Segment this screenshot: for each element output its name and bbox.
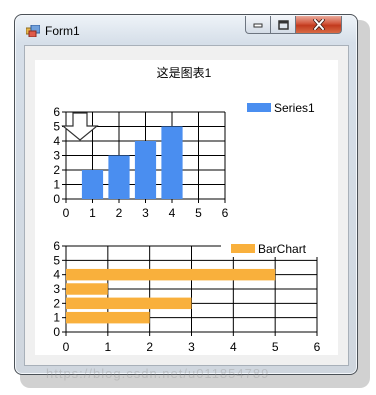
chart2-y-tick-label: 0 — [53, 325, 60, 339]
chart1-bar — [81, 170, 104, 199]
chart1-y-tick-label: 4 — [53, 134, 60, 148]
chart1-x-tick-label: 6 — [222, 206, 229, 220]
chart2-bar — [66, 268, 276, 281]
chart-canvas: 这是图表1 0 1 2 3 4 5 60123456 Series1 0 1 2 3 4 5 60123… — [53, 65, 321, 354]
chart2-x-tick-label: 6 — [314, 340, 321, 354]
chart1-bar — [134, 141, 157, 199]
chart1-y-tick-label: 1 — [53, 178, 60, 192]
chart2-y-tick-label: 2 — [53, 296, 60, 310]
chart2-legend-swatch — [231, 244, 255, 253]
chart2-legend: BarChart — [221, 237, 321, 257]
chart2-x-tick-label: 1 — [104, 340, 111, 354]
chart2-y-tick-label: 5 — [53, 253, 60, 267]
app-icon — [26, 25, 40, 37]
form-client-area: 这是图表1 01234560123456 Series1 01234560123… — [24, 45, 349, 366]
chart1-bar — [108, 155, 130, 199]
chart1-bars — [81, 126, 183, 199]
close-icon — [312, 19, 325, 30]
maximize-icon — [277, 19, 289, 30]
minimize-icon — [253, 23, 263, 27]
chart2-x-tick-label: 2 — [146, 340, 153, 354]
chart2-bars — [66, 268, 276, 324]
maximize-button[interactable] — [271, 16, 296, 34]
chart1-title: 这是图表1 — [157, 65, 212, 80]
chart1-x-tick-label: 1 — [89, 206, 96, 220]
chart2-y-tick-label: 3 — [53, 282, 60, 296]
chart1-legend-label: Series1 — [274, 101, 315, 115]
chart1-y-tick-label: 5 — [53, 120, 60, 134]
chart2-y-tick-label: 4 — [53, 268, 60, 282]
form-window: Form1 这是图表1 01234560123456 Series1 0 1 2… — [14, 14, 358, 375]
chart2-x-tick-label: 4 — [230, 340, 237, 354]
chart1-bar — [161, 126, 183, 199]
window-title: Form1 — [45, 24, 80, 38]
close-button[interactable] — [296, 16, 342, 34]
chart1-x-tick-label: 0 — [63, 206, 70, 220]
chart2-bar — [66, 297, 192, 310]
chart1-legend: Series1 — [247, 101, 315, 115]
chart2-bar — [66, 311, 150, 324]
chart1-y-tick-label: 2 — [53, 163, 60, 177]
chart2-y-tick-label: 6 — [53, 239, 60, 253]
arrow-cursor-icon — [61, 112, 99, 141]
minimize-button[interactable] — [245, 16, 271, 34]
title-bar[interactable]: Form1 — [15, 15, 357, 45]
chart2-x-tick-label: 5 — [272, 340, 279, 354]
chart1-x-tick-label: 4 — [169, 206, 176, 220]
chart1-x-tick-label: 3 — [142, 206, 149, 220]
chart1-x-tick-label: 2 — [116, 206, 123, 220]
chart2-x-tick-label: 0 — [63, 340, 70, 354]
chart2-legend-label: BarChart — [258, 242, 307, 256]
chart-control[interactable]: 这是图表1 01234560123456 Series1 01234560123… — [35, 60, 338, 355]
chart1-y-tick-label: 3 — [53, 149, 60, 163]
watermark-text: https://blog.csdn.net/u011854789 — [46, 366, 270, 381]
chart1-y-tick-label: 0 — [53, 192, 60, 206]
chart2-bar — [66, 283, 108, 295]
chart2-y-tick-label: 1 — [53, 311, 60, 325]
chart2-x-tick-label: 3 — [188, 340, 195, 354]
chart1-y-tick-label: 6 — [53, 105, 60, 119]
chart1-x-tick-label: 5 — [195, 206, 202, 220]
chart1-legend-swatch — [247, 103, 271, 112]
